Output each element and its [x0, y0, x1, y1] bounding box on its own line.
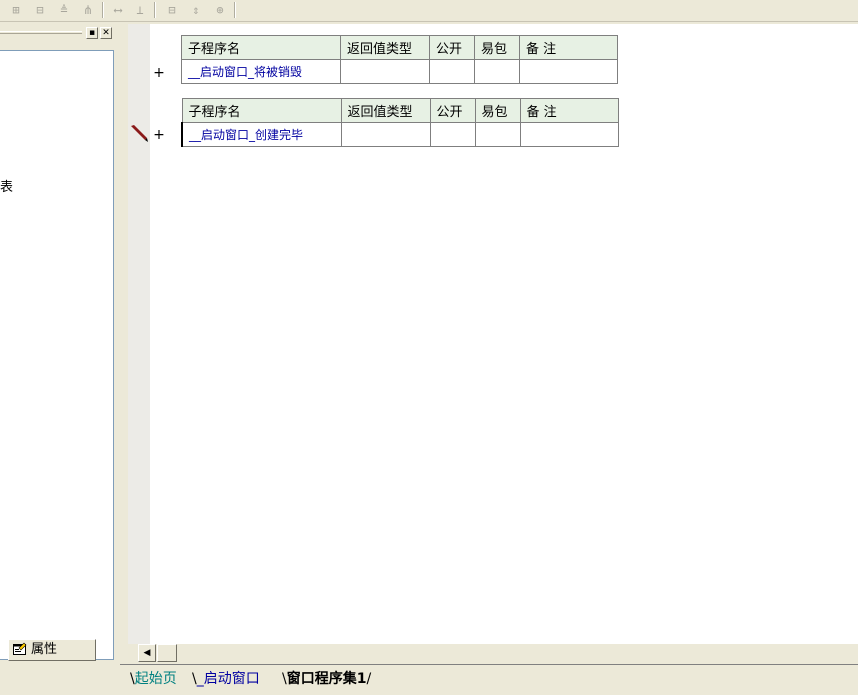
center-form-icon[interactable]: ⊕ — [210, 1, 230, 19]
close-icon[interactable]: ✕ — [100, 27, 112, 39]
sub-table-2: 子程序名 返回值类型 公开 易包 备 注 __启动窗口_创建完毕 — [181, 98, 619, 147]
maximize-icon[interactable]: ▪ — [86, 27, 98, 39]
document-tabbar: \起始页 \_启动窗口 \窗口程序集1/ — [120, 664, 858, 695]
same-width-icon[interactable]: ⟷ — [108, 1, 128, 19]
expand-icon[interactable]: + — [153, 66, 165, 80]
left-panel: ▪ ✕ 表 — [0, 23, 120, 663]
align-left-icon[interactable]: ⊞ — [6, 1, 26, 19]
sub-name-cell[interactable]: __启动窗口_将被销毁 — [181, 59, 341, 84]
return-type-cell[interactable] — [340, 122, 431, 147]
remark-cell[interactable] — [519, 122, 619, 147]
v-space-icon[interactable]: ⇕ — [186, 1, 206, 19]
scroll-left-icon[interactable]: ◀ — [138, 644, 156, 662]
header-easy-pkg: 易包 — [474, 98, 521, 123]
sub-table-row[interactable]: __启动窗口_创建完毕 — [181, 122, 619, 147]
h-space-icon[interactable]: ⊟ — [162, 1, 182, 19]
header-remark: 备 注 — [519, 98, 619, 123]
sub-name-cell[interactable]: __启动窗口_创建完毕 — [181, 122, 342, 147]
header-return-type: 返回值类型 — [340, 98, 431, 123]
header-public: 公开 — [429, 98, 476, 123]
sub-table-row[interactable]: __启动窗口_将被销毁 — [181, 59, 618, 84]
expand-icon[interactable]: + — [153, 128, 165, 142]
panel-body[interactable]: 表 — [0, 50, 114, 660]
toolbar-separator — [154, 2, 156, 18]
remark-cell[interactable] — [519, 59, 618, 84]
public-cell[interactable] — [429, 122, 476, 147]
sub-table-header: 子程序名 返回值类型 公开 易包 备 注 — [181, 35, 618, 60]
align-top-icon[interactable]: ≜ — [54, 1, 74, 19]
header-easy-pkg: 易包 — [474, 35, 520, 60]
return-type-cell[interactable] — [340, 59, 430, 84]
horizontal-scrollbar[interactable]: ◀ — [128, 644, 858, 663]
header-remark: 备 注 — [519, 35, 618, 60]
tab-properties[interactable]: 属性 — [8, 639, 96, 661]
scroll-thumb[interactable] — [157, 644, 177, 662]
panel-header: ▪ ✕ — [0, 25, 120, 41]
same-height-icon[interactable]: ⊥ — [130, 1, 150, 19]
panel-grip[interactable] — [0, 31, 82, 34]
editor-gutter[interactable] — [128, 24, 150, 644]
header-return-type: 返回值类型 — [340, 35, 430, 60]
tab-window-program-set[interactable]: \窗口程序集1/ — [278, 669, 375, 689]
easy-pkg-cell[interactable] — [474, 122, 521, 147]
sub-table-1: 子程序名 返回值类型 公开 易包 备 注 __启动窗口_将被销毁 — [181, 35, 618, 84]
align-middle-icon[interactable]: ⋔ — [78, 1, 98, 19]
code-editor[interactable]: + 子程序名 返回值类型 公开 易包 备 注 __启动窗口_将被销毁 + 子程序… — [128, 24, 858, 644]
toolbar-separator — [234, 2, 236, 18]
align-center-icon[interactable]: ⊟ — [30, 1, 50, 19]
header-name: 子程序名 — [181, 35, 341, 60]
tab-start-page[interactable]: \起始页 — [126, 669, 181, 689]
properties-icon — [13, 642, 27, 655]
header-name: 子程序名 — [181, 98, 342, 123]
tab-properties-label: 属性 — [31, 642, 58, 657]
easy-pkg-cell[interactable] — [474, 59, 520, 84]
toolbar-separator — [102, 2, 104, 18]
pencil-icon — [130, 124, 148, 142]
public-cell[interactable] — [429, 59, 475, 84]
toolbar: ⊞ ⊟ ≜ ⋔ ⟷ ⊥ ⊟ ⇕ ⊕ — [0, 0, 858, 22]
header-public: 公开 — [429, 35, 475, 60]
sub-table-header: 子程序名 返回值类型 公开 易包 备 注 — [181, 98, 619, 123]
tab-startup-window[interactable]: \_启动窗口 — [188, 669, 264, 689]
panel-item-text[interactable]: 表 — [0, 176, 13, 195]
